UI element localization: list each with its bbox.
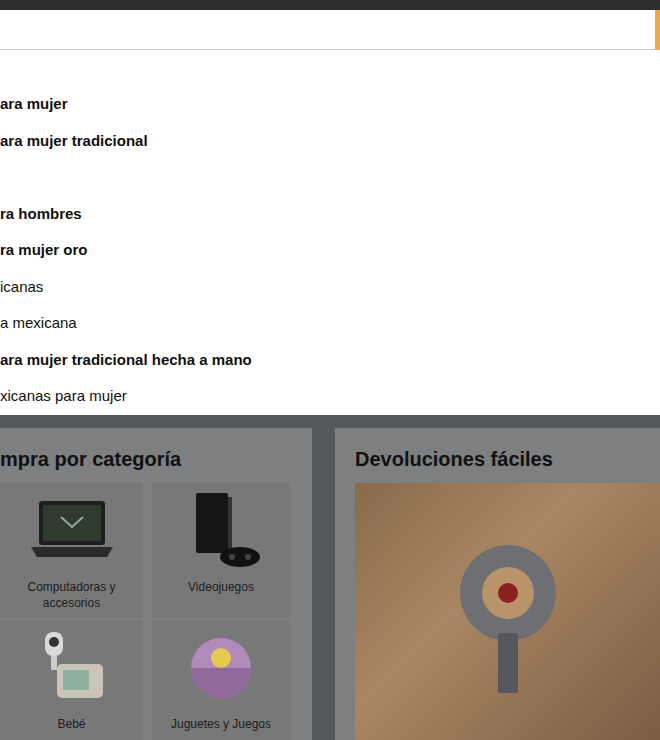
- suggestion-item[interactable]: ra hombres: [0, 196, 660, 233]
- search-input[interactable]: [0, 10, 655, 49]
- toy-icon: [176, 624, 266, 712]
- suggestion-item[interactable]: xicanas para mujer: [0, 378, 660, 415]
- category-label: Computadoras y accesorios: [0, 575, 143, 617]
- computer-icon: [27, 487, 117, 575]
- suggestion-item[interactable]: ara mujer: [0, 86, 660, 123]
- suggestion-item[interactable]: icanas: [0, 269, 660, 306]
- category-label: Videojuegos: [184, 575, 258, 601]
- categories-title: mpra por categoría: [0, 446, 290, 472]
- returns-title: Devoluciones fáciles: [355, 446, 660, 472]
- search-bar[interactable]: [0, 10, 660, 50]
- suggestion-item[interactable]: a mexicana: [0, 305, 660, 342]
- category-tile[interactable]: Computadoras y accesorios: [0, 483, 143, 618]
- suggestion-item[interactable]: ara mujer tradicional: [0, 123, 660, 160]
- category-label: Bebé: [53, 712, 89, 738]
- category-label: Juguetes y Juegos: [167, 712, 275, 738]
- returns-card[interactable]: Devoluciones fáciles: [335, 428, 660, 740]
- top-bar: [0, 0, 660, 10]
- categories-card: mpra por categoría Computadoras y acceso…: [0, 428, 312, 740]
- category-tile[interactable]: Videojuegos: [152, 483, 290, 618]
- suggestions-dropdown: ara mujerara mujer tradicional ra hombres…: [0, 50, 660, 415]
- console-icon: [176, 487, 266, 575]
- category-tile[interactable]: Bebé: [0, 620, 143, 740]
- suggestion-item[interactable]: ara mujer tradicional hecha a mano: [0, 342, 660, 379]
- category-tile[interactable]: Juguetes y Juegos: [152, 620, 290, 740]
- tape-dispenser-icon: [428, 523, 588, 703]
- baby-icon: [27, 624, 117, 712]
- returns-photo: [355, 483, 660, 740]
- page-content: mpra por categoría Computadoras y acceso…: [0, 415, 660, 740]
- suggestion-item[interactable]: ra mujer oro: [0, 232, 660, 269]
